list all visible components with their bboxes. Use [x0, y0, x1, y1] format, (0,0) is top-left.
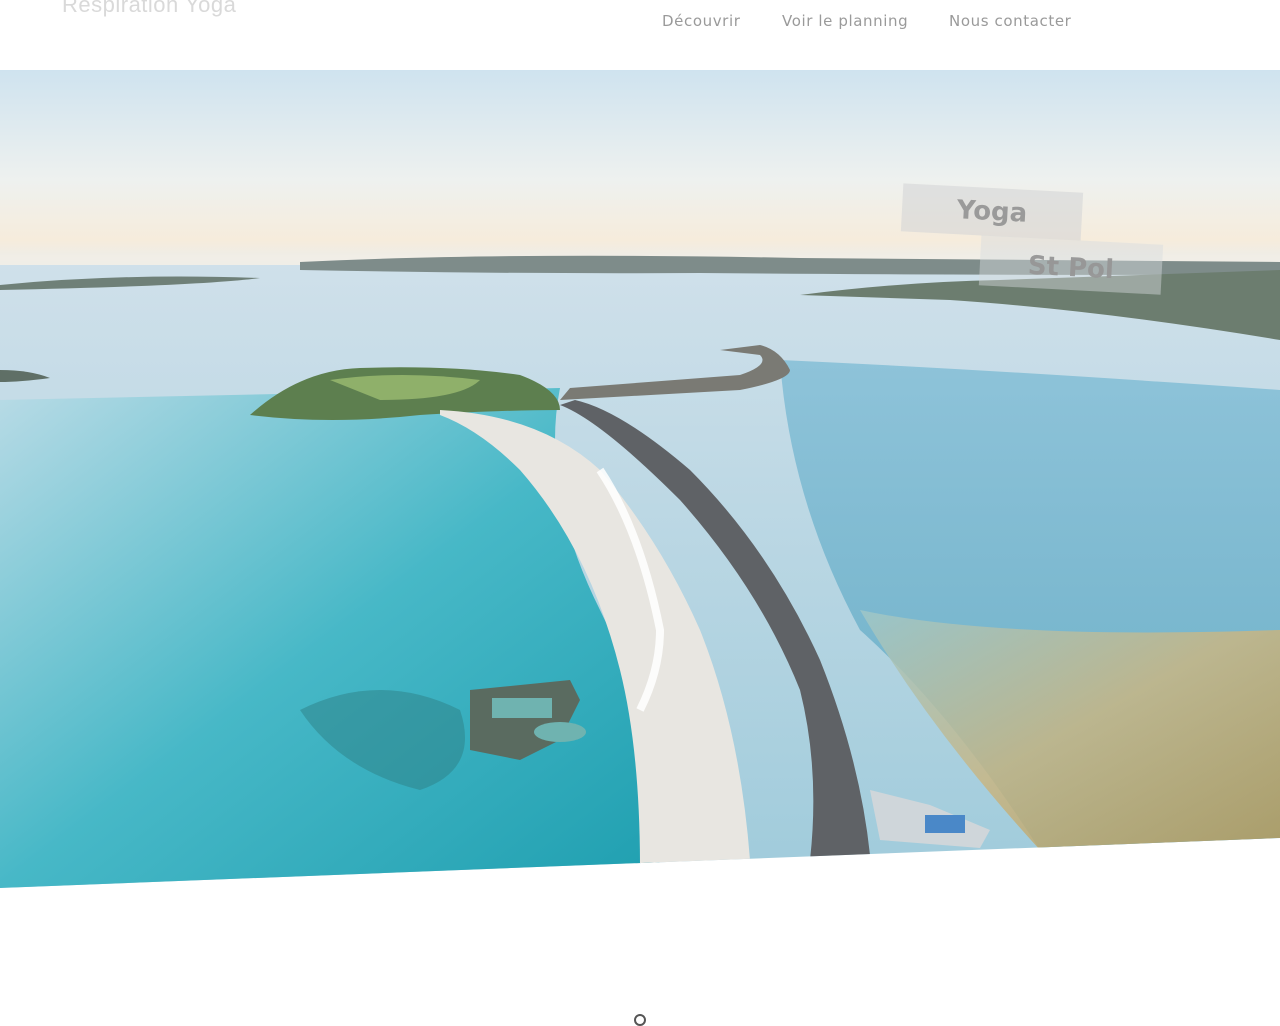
- aerial-coast-illustration: [0, 70, 1280, 888]
- site-brand[interactable]: Respiration Yoga: [62, 0, 236, 18]
- scroll-down-icon[interactable]: [634, 1014, 646, 1026]
- hero-image: [0, 70, 1280, 888]
- nav-link-planning[interactable]: Voir le planning: [782, 12, 949, 30]
- nav-link-decouvrir[interactable]: Découvrir: [662, 12, 782, 30]
- hero-title-yoga: Yoga: [900, 183, 1084, 241]
- site-header: Respiration Yoga Découvrir Voir le plann…: [0, 0, 1280, 70]
- main-nav: Découvrir Voir le planning Nous contacte…: [662, 12, 1071, 30]
- nav-link-contact[interactable]: Nous contacter: [949, 12, 1071, 30]
- hero-title-stpol: St Pol: [978, 235, 1164, 295]
